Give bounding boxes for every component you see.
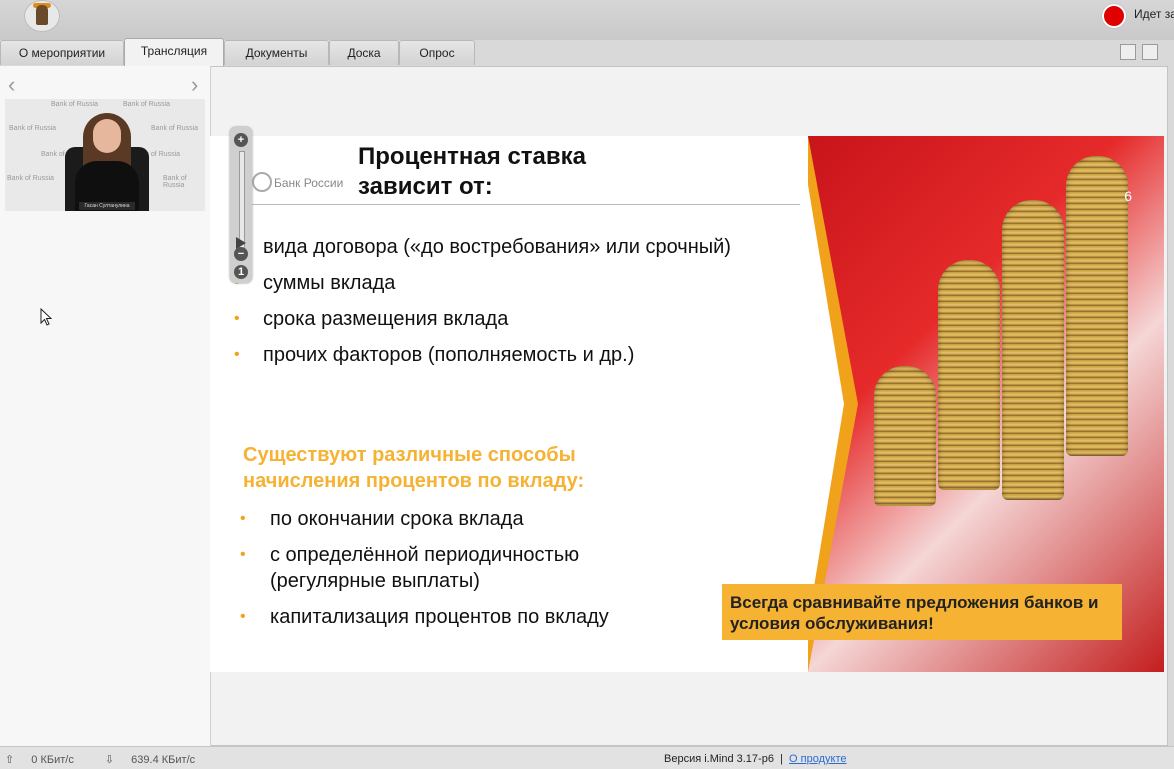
title-divider bbox=[250, 204, 820, 205]
slide-number: 6 bbox=[1124, 188, 1132, 204]
chevron-left-icon[interactable]: ‹ bbox=[8, 72, 15, 98]
tab-board[interactable]: Доска bbox=[329, 40, 399, 65]
recording-label: Идет за bbox=[1134, 7, 1174, 21]
video-watermark: Bank of Russia bbox=[9, 125, 57, 132]
restore-window-icon[interactable] bbox=[1120, 44, 1136, 60]
video-watermark: Bank of Russia bbox=[51, 101, 99, 108]
chevron-right-icon[interactable]: › bbox=[191, 72, 198, 98]
recording-indicator-icon[interactable] bbox=[1102, 4, 1126, 28]
window-controls bbox=[1120, 44, 1164, 65]
download-rate: ⇩ 639.4 КБит/с bbox=[104, 754, 196, 766]
speaker-nameplate: Гасан Султанулина bbox=[79, 202, 135, 210]
fullscreen-icon[interactable] bbox=[1142, 44, 1158, 60]
speaker-video[interactable]: Bank of Russia Bank of Russia Bank of Ru… bbox=[5, 99, 205, 211]
list-item: с определённой периодичностью (регулярны… bbox=[240, 542, 670, 594]
list-item: по окончании срока вклада bbox=[240, 506, 800, 532]
slide-title: Процентная ставка зависит от: bbox=[358, 143, 586, 200]
list-item: вида договора («до востребования» или ср… bbox=[263, 236, 731, 258]
status-separator: | bbox=[780, 753, 783, 765]
bank-of-russia-logo-icon bbox=[252, 172, 272, 192]
speaker-face bbox=[93, 119, 121, 153]
upload-arrow-icon: ⇧ bbox=[5, 754, 15, 766]
tab-broadcast[interactable]: Трансляция bbox=[124, 38, 224, 67]
status-bar: ⇧ 0 КБит/с ⇩ 639.4 КБит/с Версия i.Mind … bbox=[0, 746, 1174, 769]
slide-subheading: Существуют различные способы начисления … bbox=[243, 444, 585, 492]
video-watermark: Bank of Russia bbox=[7, 175, 55, 182]
list-item: прочих факторов (пополняемость и др.) bbox=[234, 342, 800, 368]
video-watermark: Bank of Russia bbox=[151, 125, 199, 132]
zoom-control: + − 1 bbox=[230, 127, 252, 283]
zoom-out-button[interactable]: − bbox=[234, 247, 248, 261]
tab-documents[interactable]: Документы bbox=[224, 40, 329, 65]
upload-rate: ⇧ 0 КБит/с bbox=[5, 754, 74, 766]
rate-factors-list: вида договора («до востребования» или ср… bbox=[234, 234, 800, 378]
tab-about-event[interactable]: О мероприятии bbox=[0, 40, 124, 65]
video-watermark: Bank of Russia bbox=[123, 101, 171, 108]
about-product-link[interactable]: О продукте bbox=[789, 753, 846, 765]
video-watermark: Bank of Russia bbox=[163, 175, 187, 189]
slide-logo-text: Банк России bbox=[274, 176, 344, 190]
app-logo-icon bbox=[24, 0, 60, 32]
slide-callout: Всегда сравнивайте предложения банков и … bbox=[722, 584, 1122, 640]
version-label: Версия i.Mind 3.17-p6 bbox=[664, 753, 774, 765]
interest-methods-list: по окончании срока вклада с определённой… bbox=[240, 506, 800, 640]
zoom-in-button[interactable]: + bbox=[234, 133, 248, 147]
list-item: капитализация процентов по вкладу bbox=[240, 604, 800, 630]
list-item: суммы вклада bbox=[234, 270, 800, 296]
tab-bar: О мероприятии Трансляция Документы Доска… bbox=[0, 38, 1174, 67]
mouse-cursor-icon bbox=[40, 308, 53, 326]
list-item: срока размещения вклада bbox=[234, 306, 800, 332]
zoom-slider-track[interactable] bbox=[239, 151, 245, 249]
tab-poll[interactable]: Опрос bbox=[399, 40, 475, 65]
zoom-reset-button[interactable]: 1 bbox=[234, 265, 248, 279]
top-bar: Идет за bbox=[0, 0, 1174, 40]
presentation-slide: Банк России Процентная ставка зависит от… bbox=[210, 136, 1164, 672]
download-arrow-icon: ⇩ bbox=[104, 754, 115, 766]
